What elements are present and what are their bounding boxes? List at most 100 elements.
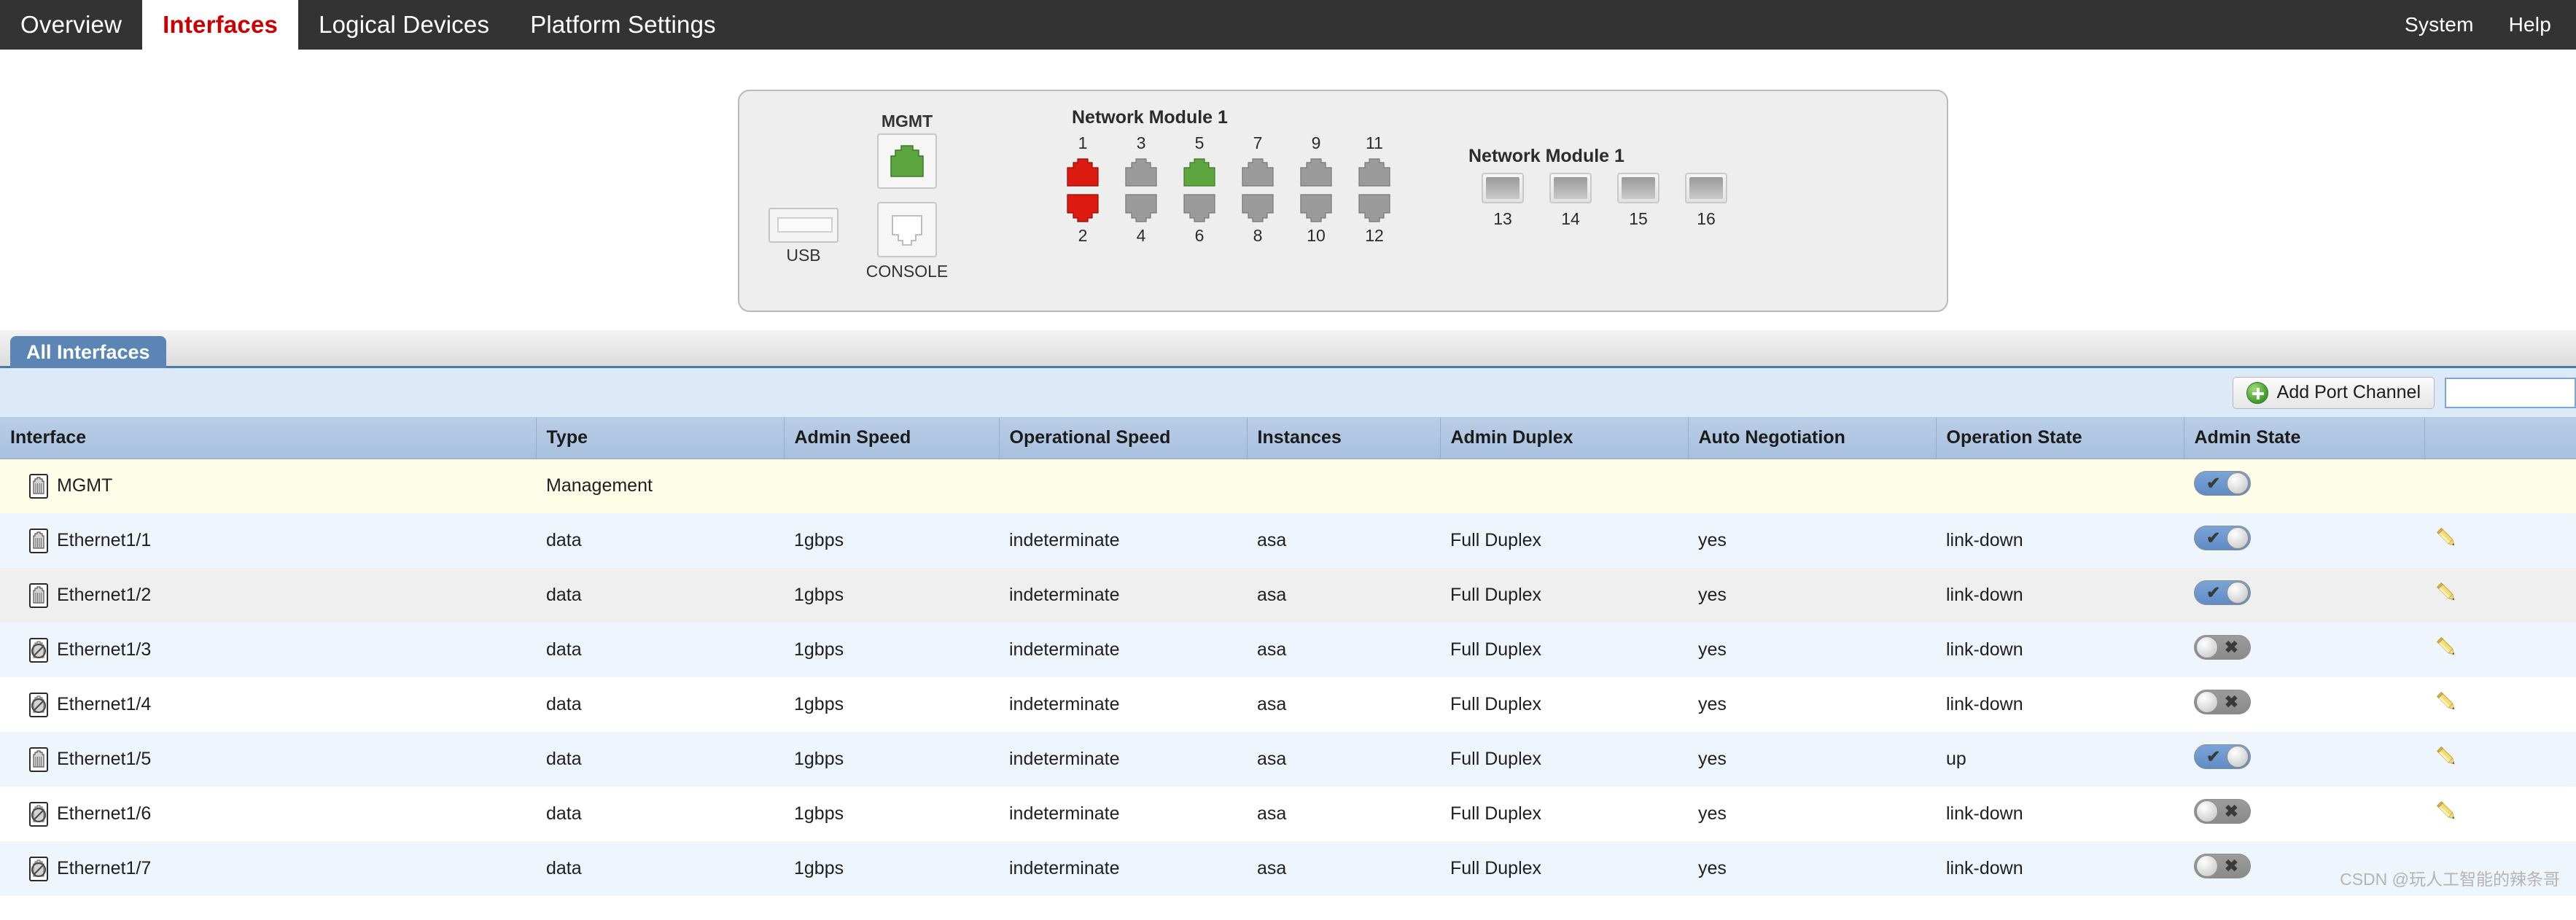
interface-name: Ethernet1/4 — [57, 694, 152, 714]
port-number-12: 12 — [1365, 226, 1384, 245]
cell-instances — [1247, 459, 1440, 513]
chassis-sfp-port-14-icon[interactable] — [1549, 173, 1592, 203]
mgmt-port[interactable] — [877, 133, 937, 189]
cell-admin-state: ✖ — [2184, 787, 2424, 841]
admin-state-toggle[interactable]: ✖ — [2194, 635, 2251, 660]
table-row[interactable]: Ethernet1/6 data 1gbps indeterminate asa Full… — [0, 787, 2576, 841]
filter-search-input[interactable] — [2445, 377, 2576, 408]
chassis-port-3-icon[interactable] — [1124, 158, 1158, 187]
port-number-14: 14 — [1561, 209, 1580, 228]
column-header-admin-speed[interactable]: Admin Speed — [784, 418, 1000, 459]
chassis-port-11-icon[interactable] — [1358, 158, 1391, 187]
admin-state-toggle[interactable]: ✔ — [2194, 526, 2251, 550]
column-header-instances[interactable]: Instances — [1247, 418, 1441, 459]
add-port-channel-button[interactable]: Add Port Channel — [2232, 376, 2435, 409]
edit-pencil-icon[interactable] — [2435, 635, 2459, 660]
console-label: CONSOLE — [865, 262, 949, 281]
cell-admin-state: ✔ — [2184, 732, 2424, 787]
chassis-port-12-icon[interactable] — [1358, 193, 1391, 222]
table-row[interactable]: Ethernet1/5 data 1gbps indeterminate asa Full… — [0, 732, 2576, 787]
edit-pencil-icon[interactable] — [2435, 690, 2459, 714]
admin-state-toggle[interactable]: ✖ — [2194, 690, 2251, 714]
tab-all-interfaces-label: All Interfaces — [26, 340, 150, 363]
chassis-port-1-icon[interactable] — [1066, 158, 1100, 187]
cell-auto-negotiation: yes — [1688, 623, 1936, 677]
port-number-8: 8 — [1253, 226, 1263, 245]
toggle-knob — [2227, 472, 2249, 495]
interface-name: Ethernet1/3 — [57, 639, 152, 660]
cell-interface: Ethernet1/2 — [0, 568, 536, 623]
table-row[interactable]: Ethernet1/1 data 1gbps indeterminate asa Full… — [0, 513, 2576, 568]
cell-admin-speed: 1gbps — [784, 513, 999, 568]
table-row[interactable]: Ethernet1/2 data 1gbps indeterminate asa Full… — [0, 568, 2576, 623]
chassis-port-9-icon[interactable] — [1299, 158, 1333, 187]
table-row[interactable]: MGMT Management ✔ — [0, 459, 2576, 513]
toggle-mark-icon: ✔ — [2206, 528, 2221, 547]
nav-tab-logical-devices[interactable]: Logical Devices — [298, 0, 510, 50]
chassis-sfp-port-15-icon[interactable] — [1617, 173, 1659, 203]
toggle-mark-icon: ✖ — [2224, 692, 2238, 712]
column-header-admin-state[interactable]: Admin State — [2184, 418, 2425, 459]
toggle-mark-icon: ✔ — [2206, 582, 2221, 602]
table-row[interactable]: Ethernet1/7 data 1gbps indeterminate asa Full… — [0, 841, 2576, 896]
usb-port-icon[interactable] — [768, 208, 838, 243]
table-header-row: Interface Type Admin Speed Operational Spee… — [0, 418, 2576, 459]
cell-auto-negotiation — [1688, 459, 1936, 513]
console-rj45-icon — [887, 213, 927, 246]
cell-actions — [2424, 841, 2576, 896]
cell-actions — [2424, 459, 2576, 513]
toggle-mark-icon: ✖ — [2224, 801, 2238, 821]
edit-pencil-icon[interactable] — [2435, 580, 2459, 605]
chassis-port-4-icon[interactable] — [1124, 193, 1158, 222]
column-header-operational-speed[interactable]: Operational Speed — [999, 418, 1248, 459]
port-number-4: 4 — [1136, 226, 1146, 245]
admin-state-toggle[interactable]: ✖ — [2194, 799, 2251, 824]
edit-pencil-icon[interactable] — [2435, 799, 2459, 824]
cell-admin-duplex: Full Duplex — [1440, 623, 1688, 677]
toggle-knob — [2227, 527, 2249, 549]
admin-state-toggle[interactable]: ✔ — [2194, 580, 2251, 605]
chassis-port-5-icon[interactable] — [1183, 158, 1216, 187]
admin-state-toggle[interactable]: ✔ — [2194, 471, 2251, 496]
chassis-sfp-port-13-icon[interactable] — [1482, 173, 1524, 203]
chassis-panel: USB MGMT CONSOLE Network Module 1 135791… — [738, 90, 1948, 312]
chassis-sfp-port-16-icon[interactable] — [1685, 173, 1727, 203]
network-module-2-title: Network Module 1 — [1468, 146, 1624, 166]
column-header-type[interactable]: Type — [536, 418, 785, 459]
admin-state-toggle[interactable]: ✖ — [2194, 854, 2251, 878]
chassis-port-8-icon[interactable] — [1241, 193, 1275, 222]
nav-tab-platform-settings[interactable]: Platform Settings — [510, 0, 736, 50]
table-body: MGMT Management ✔ Ethernet1/1 data 1gbps indet… — [0, 459, 2576, 896]
table-row[interactable]: Ethernet1/3 data 1gbps indeterminate asa Full… — [0, 623, 2576, 677]
chassis-port-2-icon[interactable] — [1066, 193, 1100, 222]
cell-auto-negotiation: yes — [1688, 677, 1936, 732]
column-header-auto-negotiation[interactable]: Auto Negotiation — [1688, 418, 1937, 459]
nav-tab-interfaces[interactable]: Interfaces — [142, 0, 299, 50]
edit-pencil-icon[interactable] — [2435, 526, 2459, 550]
nav-tab-system[interactable]: System — [2387, 0, 2491, 50]
cell-admin-state: ✔ — [2184, 513, 2424, 568]
chassis-port-10-icon[interactable] — [1299, 193, 1333, 222]
cell-admin-speed: 1gbps — [784, 568, 999, 623]
cell-interface: Ethernet1/5 — [0, 732, 536, 787]
chassis-port-7-icon[interactable] — [1241, 158, 1275, 187]
cell-admin-speed: 1gbps — [784, 732, 999, 787]
cell-auto-negotiation: yes — [1688, 787, 1936, 841]
nav-tab-help[interactable]: Help — [2491, 0, 2569, 50]
cell-operation-state: link-down — [1936, 568, 2184, 623]
edit-pencil-icon[interactable] — [2435, 744, 2459, 769]
tab-all-interfaces[interactable]: All Interfaces — [10, 336, 166, 368]
port-number-13: 13 — [1493, 209, 1512, 228]
toggle-knob — [2196, 800, 2218, 822]
nav-tab-overview[interactable]: Overview — [0, 0, 142, 50]
table-row[interactable]: Ethernet1/4 data 1gbps indeterminate asa Full… — [0, 677, 2576, 732]
column-header-admin-duplex[interactable]: Admin Duplex — [1440, 418, 1689, 459]
column-header-actions[interactable] — [2424, 418, 2576, 459]
admin-state-toggle[interactable]: ✔ — [2194, 744, 2251, 769]
column-header-operation-state[interactable]: Operation State — [1936, 418, 2184, 459]
column-header-interface[interactable]: Interface — [0, 418, 537, 459]
cell-operational-speed: indeterminate — [999, 513, 1247, 568]
console-port[interactable] — [877, 202, 937, 257]
cell-instances: asa — [1247, 732, 1440, 787]
chassis-port-6-icon[interactable] — [1183, 193, 1216, 222]
